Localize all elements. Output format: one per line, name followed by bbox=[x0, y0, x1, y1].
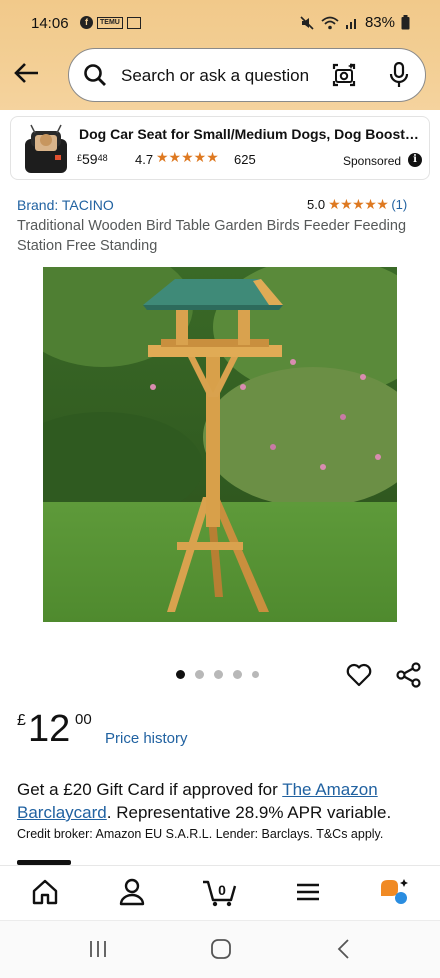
rating-value: 5.0 bbox=[307, 197, 326, 212]
home-icon[interactable] bbox=[29, 876, 61, 908]
facebook-icon: f bbox=[80, 16, 93, 29]
search-input[interactable]: Search or ask a question bbox=[121, 66, 309, 86]
sponsored-ad[interactable]: Dog Car Seat for Small/Medium Dogs, Dog … bbox=[10, 116, 430, 180]
search-row: Search or ask a question bbox=[0, 46, 440, 104]
deal-icon: TEMU bbox=[97, 16, 123, 29]
price-currency: £ bbox=[17, 712, 26, 729]
gift-card-text: Get a £20 Gift Card if approved for bbox=[17, 780, 283, 799]
ad-rating: 4.7 bbox=[135, 152, 154, 167]
wifi-icon bbox=[321, 16, 339, 29]
product-image[interactable] bbox=[43, 267, 397, 622]
info-icon[interactable]: i bbox=[408, 153, 422, 167]
ad-stars: ★★★★★ bbox=[156, 149, 219, 165]
ad-rating-count: 625 bbox=[234, 152, 256, 167]
price-whole: 12 bbox=[28, 708, 71, 750]
price-fraction: 00 bbox=[75, 711, 92, 728]
rating-count[interactable]: (1) bbox=[391, 197, 407, 212]
camera-lens-icon[interactable] bbox=[331, 62, 357, 88]
credit-broker-text: Credit broker: Amazon EU S.A.R.L. Lender… bbox=[17, 827, 384, 841]
status-time: 14:06 bbox=[31, 15, 69, 32]
carousel-dot[interactable] bbox=[233, 670, 242, 679]
back-arrow-icon[interactable] bbox=[12, 58, 42, 88]
rufus-icon[interactable] bbox=[378, 876, 410, 908]
battery-percent: 83% bbox=[364, 14, 395, 31]
sponsored-label: Sponsored bbox=[343, 154, 402, 168]
cart-count: 0 bbox=[218, 882, 226, 898]
system-status: 83% bbox=[299, 14, 410, 31]
product-title: Traditional Wooden Bird Table Garden Bir… bbox=[17, 218, 407, 254]
barclaycard-link[interactable]: The Amazon bbox=[282, 780, 377, 799]
system-back-icon[interactable] bbox=[336, 938, 352, 960]
carousel-dot[interactable] bbox=[252, 671, 259, 678]
notification-icons: f TEMU bbox=[80, 16, 141, 29]
image-carousel-dots[interactable] bbox=[176, 670, 259, 679]
battery-icon bbox=[401, 15, 410, 30]
card-icon bbox=[126, 16, 141, 29]
barclaycard-link[interactable]: Barclaycard bbox=[17, 803, 107, 822]
carousel-dot[interactable] bbox=[195, 670, 204, 679]
apr-text: . Representative 28.9% APR variable. bbox=[106, 803, 392, 822]
mute-icon bbox=[300, 15, 314, 30]
home-button-icon[interactable] bbox=[210, 938, 232, 960]
ad-title[interactable]: Dog Car Seat for Small/Medium Dogs, Dog … bbox=[79, 126, 424, 142]
ad-price: £5948 bbox=[77, 151, 108, 167]
rating-stars: ★★★★★ bbox=[328, 196, 389, 212]
account-icon[interactable] bbox=[116, 876, 148, 908]
menu-icon[interactable] bbox=[292, 876, 324, 908]
product-rating[interactable]: 5.0 ★★★★★ (1) bbox=[307, 196, 407, 213]
status-bar: 14:06 f TEMU 83% bbox=[0, 0, 440, 46]
search-icon bbox=[84, 64, 106, 86]
carousel-dot[interactable] bbox=[176, 670, 185, 679]
system-nav-bar bbox=[0, 921, 440, 978]
gift-card-promo: Get a £20 Gift Card if approved for The … bbox=[17, 778, 427, 824]
carousel-dot[interactable] bbox=[214, 670, 223, 679]
cart-icon[interactable]: 0 bbox=[202, 876, 238, 908]
bottom-nav: 0 bbox=[0, 865, 440, 920]
dog-car-seat-image bbox=[25, 124, 67, 173]
share-icon[interactable] bbox=[395, 661, 423, 689]
microphone-icon[interactable] bbox=[387, 62, 411, 88]
bird-table-photo bbox=[43, 267, 397, 622]
search-bar[interactable]: Search or ask a question bbox=[68, 48, 426, 102]
heart-icon[interactable] bbox=[345, 661, 373, 689]
recent-apps-icon[interactable] bbox=[88, 938, 108, 960]
signal-icon bbox=[345, 18, 356, 29]
price-history-link[interactable]: Price history bbox=[105, 730, 188, 747]
header: 14:06 f TEMU 83% Search or ask a questio… bbox=[0, 0, 440, 110]
brand-link[interactable]: Brand: TACINO bbox=[17, 197, 114, 213]
